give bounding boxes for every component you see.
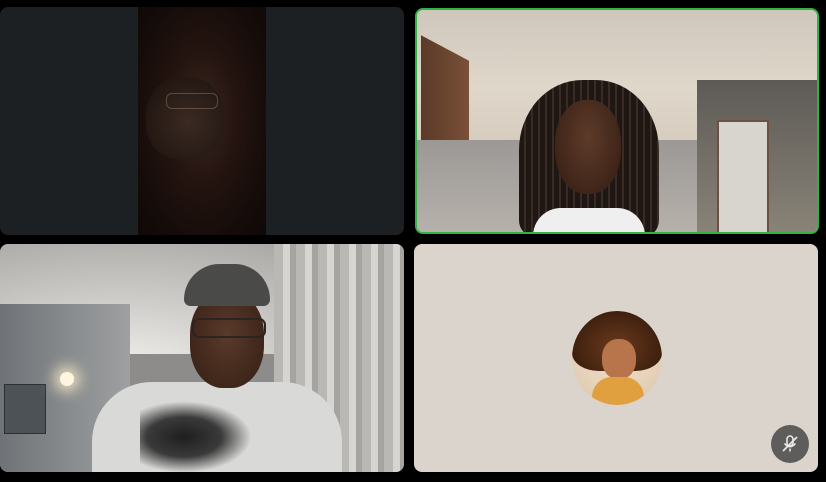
participant-figure xyxy=(92,264,342,472)
mic-muted-icon xyxy=(771,425,809,463)
participant-tile-1[interactable] xyxy=(0,7,404,235)
video-feed xyxy=(138,7,266,235)
participant-tile-2-active-speaker[interactable] xyxy=(415,8,819,234)
participant-tile-3[interactable] xyxy=(0,244,404,472)
wall-lamp xyxy=(60,372,74,386)
participant-tile-4[interactable] xyxy=(414,244,818,472)
participant-face xyxy=(146,77,224,159)
wall-frame xyxy=(4,384,46,434)
background-window xyxy=(697,80,817,232)
glasses xyxy=(166,93,218,109)
participant-figure xyxy=(519,72,659,232)
profile-avatar xyxy=(572,311,662,405)
